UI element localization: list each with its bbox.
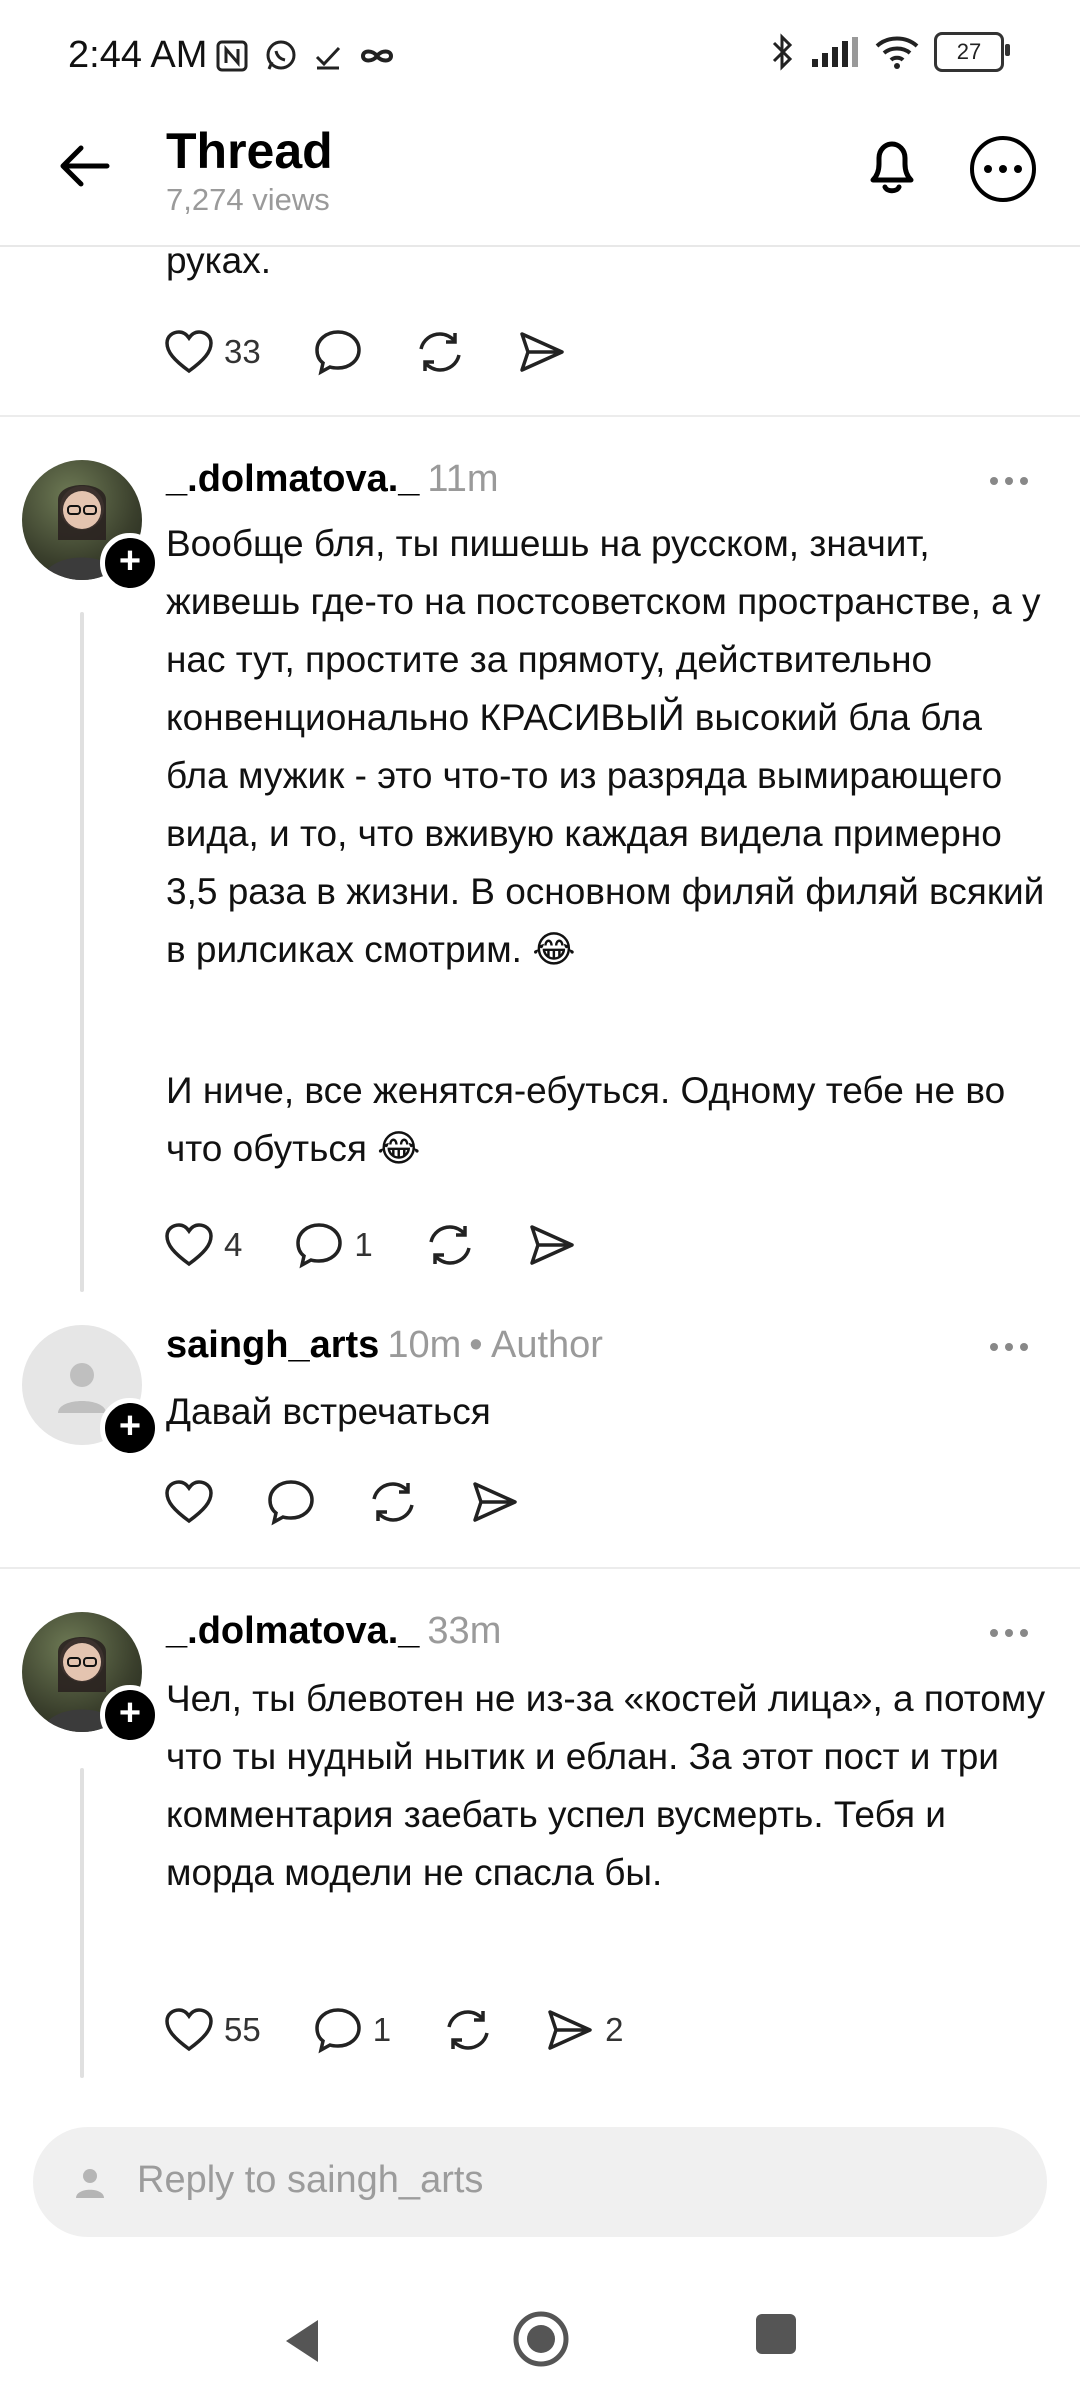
comment-button[interactable]: 1 (313, 2006, 391, 2054)
reply-input[interactable]: Reply to saingh_arts (33, 2127, 1047, 2237)
send-icon (473, 1482, 517, 1522)
speech-bubble-icon (268, 1480, 314, 1526)
follow-button[interactable]: + (100, 533, 160, 593)
comment-username[interactable]: saingh_arts 10m • Author (166, 1324, 603, 1367)
user-icon (76, 2169, 104, 2198)
follow-button[interactable]: + (100, 1685, 160, 1745)
username-label[interactable]: _.dolmatova._ (166, 458, 419, 500)
nfc-icon (216, 40, 248, 72)
send-icon (548, 2010, 592, 2050)
check-icon (315, 46, 341, 70)
nav-recents-icon[interactable] (756, 2314, 796, 2354)
comment-more-button[interactable] (990, 477, 1028, 485)
speech-bubble-icon (314, 330, 361, 376)
battery-level: 27 (956, 39, 982, 64)
comment-text: Вообще бля, ты пишешь на русском, значит… (166, 523, 1045, 970)
views-count: 7,274 views (166, 182, 330, 217)
thread-header: Thread 7,274 views (0, 110, 1080, 247)
status-time: 2:44 AM (68, 34, 208, 76)
default-user-icon (58, 1363, 106, 1413)
comment-more-button[interactable] (990, 1629, 1028, 1637)
share-button[interactable] (527, 1222, 577, 1268)
back-button[interactable] (52, 134, 116, 198)
comment-time: 10m (387, 1324, 462, 1366)
comment-button[interactable]: 1 (294, 1221, 373, 1269)
nav-home-icon[interactable] (512, 2310, 570, 2368)
repost-icon (372, 1482, 414, 1522)
repost-icon (429, 1225, 471, 1265)
notifications-button[interactable] (858, 132, 926, 200)
reply-placeholder: Reply to saingh_arts (137, 2159, 484, 2201)
post-text: руках. (166, 240, 272, 281)
repost-button[interactable] (368, 1479, 418, 1525)
reply-count: 1 (372, 2011, 392, 2048)
like-button[interactable]: 33 (164, 329, 261, 375)
post-actions: 33 (164, 322, 619, 382)
comment-text: Давай встречаться (166, 1391, 491, 1432)
heart-icon (165, 2008, 213, 2052)
comment-button[interactable] (266, 1478, 316, 1526)
comment-actions: 55 1 2 (164, 2000, 675, 2060)
wifi-icon (875, 36, 919, 69)
like-button[interactable] (164, 1479, 214, 1525)
signal-icon (812, 37, 858, 67)
comment-text: Чел, ты блевотен не из-за «костей лица»,… (166, 1678, 1046, 1893)
reply-count: 1 (354, 1226, 373, 1263)
like-count: 4 (224, 1226, 243, 1263)
share-button[interactable]: 2 (545, 2007, 623, 2053)
system-icons: 27 (770, 32, 1010, 72)
share-button[interactable] (517, 329, 567, 375)
comment-username[interactable]: _.dolmatova._ 33m (166, 1610, 501, 1653)
whatsapp-icon (266, 40, 296, 70)
comment-actions (164, 1472, 572, 1532)
infinity-icon (360, 49, 394, 63)
thread-connector-line (80, 612, 84, 1292)
send-icon (529, 1225, 574, 1265)
repost-icon (447, 2010, 489, 2050)
like-button[interactable]: 4 (164, 1222, 242, 1268)
repost-button[interactable] (415, 329, 465, 375)
comment-button[interactable] (313, 328, 363, 376)
more-options-button[interactable] (970, 136, 1036, 202)
share-count: 2 (605, 2011, 624, 2048)
speech-bubble-icon (314, 2008, 361, 2054)
comment-username[interactable]: _.dolmatova._ 11m (166, 458, 499, 501)
comment-time: 33m (427, 1610, 502, 1652)
arrow-left-icon (60, 145, 110, 187)
repost-icon (419, 332, 461, 372)
heart-icon (165, 330, 213, 374)
divider (0, 1567, 1080, 1569)
system-navigation-bar (0, 2280, 1080, 2400)
like-button[interactable]: 55 (164, 2007, 261, 2053)
heart-icon (165, 1480, 213, 1524)
like-count: 55 (224, 2011, 261, 2048)
comment-time: 11m (427, 458, 499, 500)
like-count: 33 (224, 333, 261, 370)
speech-bubble-icon (296, 1223, 343, 1269)
comment-text: И ниче, все женятся-ебуться. Одному тебе… (166, 1070, 1006, 1169)
repost-button[interactable] (443, 2007, 493, 2053)
comment-actions: 4 1 (164, 1215, 629, 1275)
heart-icon (165, 1223, 213, 1267)
comment-more-button[interactable] (990, 1343, 1028, 1351)
bell-icon (870, 141, 914, 194)
battery-indicator: 27 (934, 32, 1010, 72)
follow-button[interactable]: + (100, 1398, 160, 1458)
repost-button[interactable] (425, 1222, 475, 1268)
notification-icons (215, 38, 397, 74)
author-tag: • Author (469, 1324, 603, 1366)
divider (0, 415, 1080, 417)
status-bar: 2:44 AM 27 (0, 0, 1080, 110)
thread-connector-line (80, 1768, 84, 2078)
nav-back-icon[interactable] (282, 2316, 322, 2366)
send-icon (519, 332, 564, 372)
username-label[interactable]: saingh_arts (166, 1324, 379, 1366)
share-button[interactable] (470, 1479, 520, 1525)
bluetooth-icon (772, 33, 793, 71)
username-label[interactable]: _.dolmatova._ (166, 1610, 419, 1652)
page-title: Thread (166, 123, 333, 179)
